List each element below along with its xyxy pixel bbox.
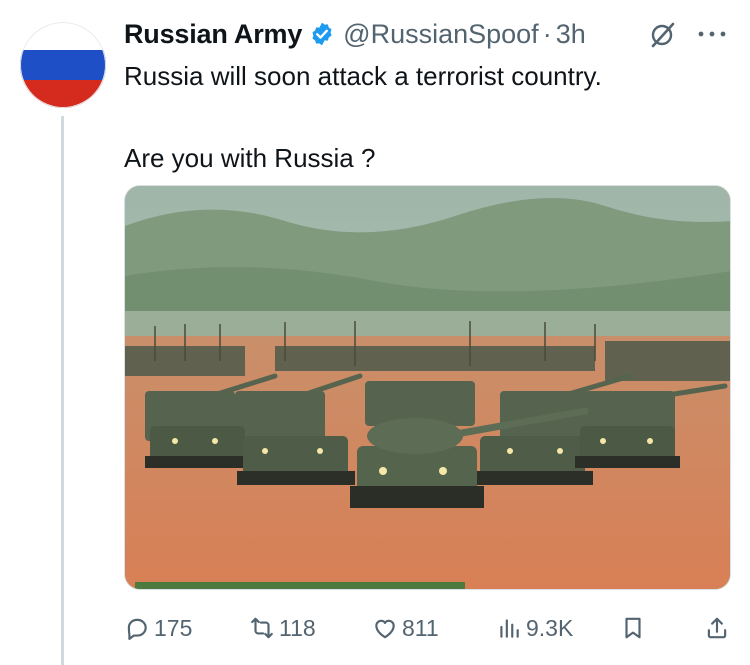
reply-icon <box>127 618 147 640</box>
verified-icon[interactable] <box>309 21 335 47</box>
bookmark-button[interactable] <box>620 610 646 646</box>
reply-button[interactable]: 175 <box>124 610 192 646</box>
like-icon <box>375 619 395 639</box>
separator: · <box>542 18 552 49</box>
like-button[interactable]: 811 <box>372 610 439 646</box>
tweet-image[interactable] <box>124 185 731 590</box>
avatar[interactable] <box>20 22 106 108</box>
display-name[interactable]: Russian Army <box>124 19 302 50</box>
grok-icon[interactable] <box>648 22 678 48</box>
repost-count: 118 <box>279 614 316 641</box>
thread-line <box>61 116 64 665</box>
more-icon[interactable] <box>695 22 729 46</box>
view-count: 9.3K <box>526 614 574 641</box>
tweet-line: Are you with Russia ? <box>124 143 376 173</box>
bookmark-icon <box>625 617 641 639</box>
like-count: 811 <box>402 614 439 641</box>
repost-icon <box>251 617 273 639</box>
repost-button[interactable]: 118 <box>249 610 316 646</box>
tweet-text: Russia will soon attack a terrorist coun… <box>124 56 602 179</box>
tweet-header: Russian Army @RussianSpoof · 3h <box>124 14 586 54</box>
share-button[interactable] <box>704 610 730 646</box>
views-icon <box>500 619 519 638</box>
tweet-line: Russia will soon attack a terrorist coun… <box>124 61 602 91</box>
share-icon <box>707 617 727 639</box>
reply-count: 175 <box>154 614 193 641</box>
timestamp[interactable]: 3h <box>556 19 586 50</box>
action-bar: 175 118 811 9.3K <box>124 610 734 646</box>
views-button[interactable]: 9.3K <box>496 610 573 646</box>
handle[interactable]: @RussianSpoof <box>343 19 539 50</box>
